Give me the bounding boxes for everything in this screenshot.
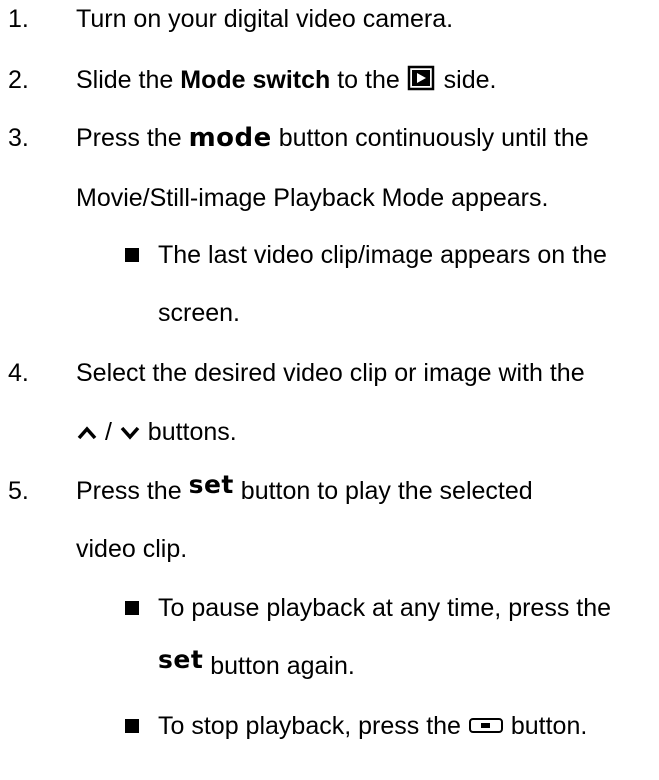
set-key-label: set: [158, 645, 204, 674]
bullet-text: To stop playback, press the button.: [158, 711, 587, 742]
step-text-continued: / buttons.: [76, 417, 237, 448]
bullet-square: [125, 601, 139, 615]
bullet-text: The last video clip/image appears on the: [158, 241, 607, 269]
playback-icon: [407, 65, 437, 98]
set-key-label: set: [188, 470, 234, 499]
down-arrow-icon: [119, 418, 141, 448]
bullet-square: [125, 248, 139, 262]
step-number: 2.: [8, 66, 29, 94]
bullet-text: To pause playback at any time, press the: [158, 594, 612, 622]
step-number: 1.: [8, 5, 29, 33]
mode-switch-label: Mode switch: [180, 66, 331, 95]
step-number: 4.: [8, 359, 29, 387]
step-text: Select the desired video clip or image w…: [76, 359, 585, 387]
step-number: 3.: [8, 124, 29, 152]
mode-key-label: mode: [188, 123, 272, 153]
step-text-continued: Movie/Still-image Playback Mode appears.: [76, 184, 549, 212]
up-arrow-icon: [76, 418, 98, 448]
step-text: Slide the Mode switch to the side.: [76, 65, 496, 98]
stop-button-icon: [468, 712, 504, 742]
step-number: 5.: [8, 477, 29, 505]
bullet-text-continued: screen.: [158, 299, 240, 327]
bullet-text-continued: set button again.: [158, 645, 355, 680]
step-text: Turn on your digital video camera.: [76, 5, 454, 33]
step-text: Press the set button to play the selecte…: [76, 470, 533, 505]
step-text: Press the mode button continuously until…: [76, 123, 589, 153]
step-text-continued: video clip.: [76, 535, 188, 563]
bullet-square: [125, 719, 139, 733]
